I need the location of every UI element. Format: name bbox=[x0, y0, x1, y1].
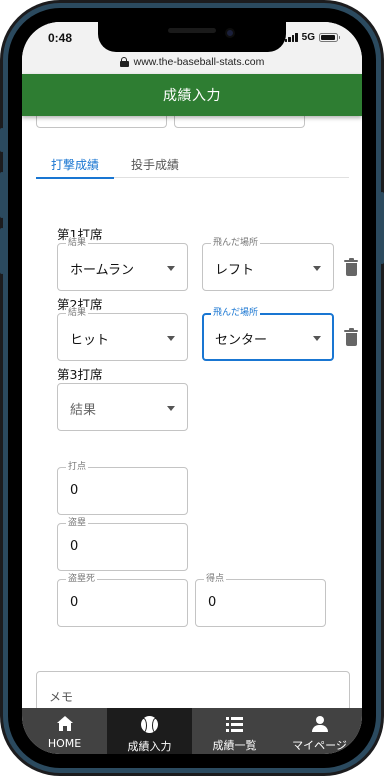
field-value: 0 bbox=[208, 595, 217, 610]
field-value: 0 bbox=[70, 539, 79, 554]
previous-field-right[interactable] bbox=[174, 116, 305, 128]
status-time: 0:48 bbox=[48, 31, 73, 45]
at-bat-1-location-select[interactable]: 飛んだ場所 レフト bbox=[202, 237, 334, 291]
chevron-down-icon bbox=[167, 406, 175, 411]
volume-down-button bbox=[0, 228, 4, 274]
main-content: 打撃成績 投手成績 第1打席 結果 ホームラン 飛んだ場所 レフト 第2打席 結… bbox=[22, 116, 362, 708]
action-button bbox=[0, 128, 4, 152]
nav-label: 成績一覧 bbox=[212, 739, 257, 752]
caught-stealing-input[interactable]: 盗塁死 0 bbox=[57, 573, 188, 627]
tab-batting-label: 打撃成績 bbox=[50, 157, 99, 172]
field-legend: 結果 bbox=[66, 237, 89, 249]
at-bat-3-result-select[interactable]: 結果 bbox=[57, 383, 188, 431]
baseball-icon bbox=[140, 716, 159, 733]
at-bat-1-result-select[interactable]: 結果 ホームラン bbox=[57, 237, 188, 291]
at-bat-2-result-select[interactable]: 結果 ヒット bbox=[57, 307, 188, 361]
nav-item-home[interactable]: HOME bbox=[22, 708, 107, 754]
person-icon bbox=[311, 716, 329, 732]
field-value: 0 bbox=[70, 483, 79, 498]
chevron-down-icon bbox=[167, 266, 175, 271]
trash-icon[interactable] bbox=[344, 258, 358, 277]
url-text: www.the-baseball-stats.com bbox=[133, 56, 265, 68]
nav-label: HOME bbox=[47, 737, 82, 750]
battery-level bbox=[321, 35, 335, 40]
list-icon bbox=[225, 716, 244, 732]
battery-icon bbox=[319, 33, 340, 42]
volume-up-button bbox=[0, 172, 4, 218]
at-bat-2-location-select[interactable]: 飛んだ場所 センター bbox=[202, 307, 334, 361]
speaker-grille bbox=[168, 28, 216, 33]
tab-pitching-label: 投手成績 bbox=[130, 157, 179, 172]
memo-label: メモ bbox=[49, 690, 74, 704]
field-placeholder: 結果 bbox=[70, 403, 97, 418]
trash-icon[interactable] bbox=[344, 328, 358, 347]
chevron-down-icon bbox=[167, 336, 175, 341]
nav-label: マイページ bbox=[292, 739, 347, 752]
app-header: 成績入力 bbox=[22, 74, 362, 116]
field-legend: 打点 bbox=[66, 461, 89, 473]
phone-screen: 0:48 5G www.the-baseball-stats.com 成績入力 … bbox=[22, 22, 362, 754]
field-value: レフト bbox=[215, 263, 255, 278]
field-value: 0 bbox=[70, 595, 79, 610]
chevron-down-icon bbox=[313, 336, 321, 341]
rbi-input[interactable]: 打点 0 bbox=[57, 461, 188, 515]
lock-icon bbox=[119, 57, 129, 67]
tab-bar: 打撃成績 投手成績 bbox=[36, 150, 349, 179]
field-value: センター bbox=[215, 333, 268, 348]
power-button bbox=[380, 192, 384, 264]
nav-item-my-page[interactable]: マイページ bbox=[277, 708, 362, 754]
nav-label: 成績入力 bbox=[127, 740, 172, 753]
field-legend: 得点 bbox=[204, 573, 227, 585]
field-legend: 盗塁 bbox=[66, 517, 89, 529]
page-title: 成績入力 bbox=[163, 88, 221, 104]
field-legend: 飛んだ場所 bbox=[211, 237, 261, 249]
tab-batting[interactable]: 打撃成績 bbox=[36, 150, 114, 179]
browser-url-bar[interactable]: www.the-baseball-stats.com bbox=[22, 50, 362, 74]
field-legend: 盗塁死 bbox=[66, 573, 98, 585]
signal-icon bbox=[284, 33, 298, 42]
notch bbox=[98, 22, 286, 52]
memo-textarea[interactable]: メモ bbox=[36, 671, 350, 708]
field-legend: 結果 bbox=[66, 307, 89, 319]
at-bat-3-label: 第3打席 bbox=[57, 367, 103, 382]
home-icon bbox=[56, 716, 74, 732]
network-type: 5G bbox=[301, 32, 315, 43]
previous-field-left[interactable] bbox=[36, 116, 167, 128]
bottom-nav: HOME 成績入力 成績一覧 マイページ bbox=[22, 708, 362, 754]
nav-item-stats-entry[interactable]: 成績入力 bbox=[107, 708, 192, 754]
chevron-down-icon bbox=[313, 266, 321, 271]
tab-pitching[interactable]: 投手成績 bbox=[116, 150, 194, 178]
stolen-bases-input[interactable]: 盗塁 0 bbox=[57, 517, 188, 571]
field-legend: 飛んだ場所 bbox=[211, 307, 261, 319]
front-camera-icon bbox=[225, 28, 235, 38]
tab-indicator bbox=[36, 177, 114, 179]
field-value: ヒット bbox=[70, 333, 110, 348]
status-indicators: 5G bbox=[284, 32, 340, 43]
nav-item-stats-list[interactable]: 成績一覧 bbox=[192, 708, 277, 754]
field-value: ホームラン bbox=[70, 263, 134, 278]
runs-input[interactable]: 得点 0 bbox=[195, 573, 326, 627]
